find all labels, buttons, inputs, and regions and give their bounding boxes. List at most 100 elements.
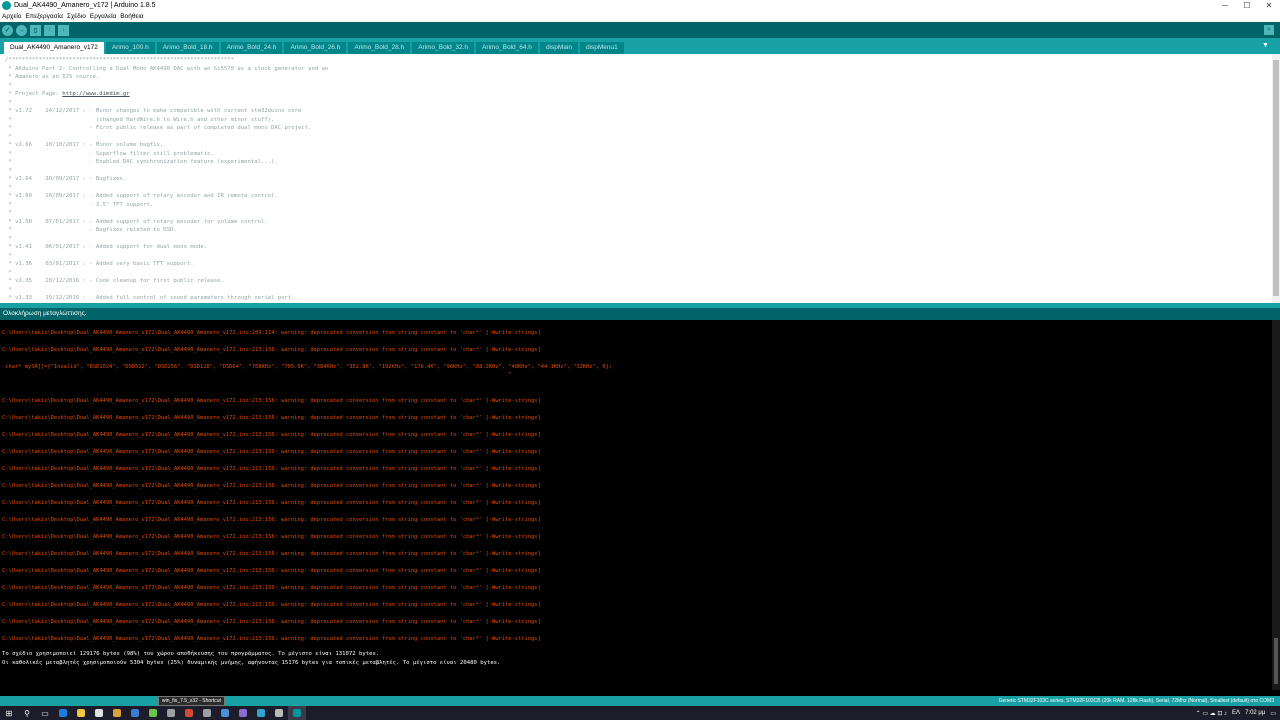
new-sketch-button[interactable]: ▯	[30, 24, 41, 36]
app-icon-9[interactable]	[270, 706, 288, 720]
app-icon-3-glyph	[167, 709, 175, 717]
code-line: * AKduino Part 2: Controlling a Dual Mon…	[5, 65, 329, 72]
app-icon-8[interactable]	[252, 706, 270, 720]
tab-bar: Dual_AK4490_Amanero_v172 Arimo_100.h Ari…	[0, 38, 1280, 54]
app-icon-7[interactable]	[234, 706, 252, 720]
tab-menu-dropdown-icon[interactable]: ▼	[1262, 42, 1270, 49]
code-line: * v1.35 20/12/2016 : - Code cleanup for …	[5, 278, 224, 284]
code-line: *	[5, 167, 12, 174]
tab-main-sketch[interactable]: Dual_AK4490_Amanero_v172	[4, 42, 104, 54]
code-line: *	[5, 133, 12, 140]
menu-sketch[interactable]: Σχέδιο	[67, 13, 86, 20]
verify-button[interactable]: ✓	[2, 24, 13, 36]
file-explorer-icon[interactable]	[72, 706, 90, 720]
code-line: * v1.60 20/09/2017 : - Added support of …	[5, 193, 278, 199]
open-sketch-button[interactable]: ↑	[44, 24, 55, 36]
task-view-icon[interactable]: ▭	[36, 706, 54, 720]
window-controls: ─ ☐ ✕	[1214, 0, 1280, 11]
console-warning-line: C:\Users\takis\Desktop\Dual_AK4490_Amane…	[2, 483, 541, 489]
clock[interactable]: 7:02 μμ	[1245, 710, 1265, 716]
upload-button[interactable]: →	[16, 24, 27, 36]
console-code-line: char* mySR[]={"Invalid", "DSD1024", "DSD…	[2, 364, 613, 370]
code-line: * v1.72 24/12/2017 : - Minor changes to …	[5, 108, 302, 114]
code-line: *	[5, 235, 12, 242]
window-title: Dual_AK4490_Amanero_v172 | Arduino 1.8.5	[14, 2, 156, 9]
code-line: *	[5, 99, 12, 106]
code-line: * Amanero as an I2S source.	[5, 74, 100, 80]
app-icon-3[interactable]	[162, 706, 180, 720]
code-line: * (changed HardWire.h to Wire.h and othe…	[5, 116, 275, 123]
chrome-icon[interactable]	[108, 706, 126, 720]
windows-taskbar: ⊞ ⚲ ▭	[0, 706, 1280, 720]
file-explorer-icon-glyph	[77, 709, 85, 717]
arduino-taskbar-icon[interactable]	[288, 706, 306, 720]
menu-help[interactable]: Βοήθεια	[120, 13, 143, 20]
code-line-project-url[interactable]: * Project Page: http://www.dimdim.gr	[5, 90, 1272, 99]
edge-browser-icon[interactable]	[54, 706, 72, 720]
app-icon-2[interactable]	[144, 706, 162, 720]
close-button[interactable]: ✕	[1258, 0, 1280, 11]
window-titlebar: Dual_AK4490_Amanero_v172 | Arduino 1.8.5…	[0, 0, 1280, 11]
minimize-button[interactable]: ─	[1214, 0, 1236, 11]
app-icon-6[interactable]	[216, 706, 234, 720]
tab-arimo-bold-26[interactable]: Arimo_Bold_26.h	[284, 42, 347, 54]
code-line: * v1.64 30/09/2017 : - Bugfixes.	[5, 176, 127, 182]
app-icon-8-glyph	[257, 709, 265, 717]
code-line: *	[5, 184, 12, 191]
serial-monitor-button[interactable]: ⌕	[1264, 25, 1274, 35]
app-icon-9-glyph	[275, 709, 283, 717]
code-line: /***************************************…	[5, 57, 235, 63]
app-icon-1[interactable]	[126, 706, 144, 720]
code-editor[interactable]: /***************************************…	[0, 54, 1272, 303]
app-icon-4[interactable]	[180, 706, 198, 720]
tab-arimo-bold-18[interactable]: Arimo_Bold_18.h	[156, 42, 219, 54]
tray-icons[interactable]: ⌃ ▭ ☁ ⊡ ♪	[1196, 710, 1227, 717]
tab-arimo-bold-64[interactable]: Arimo_Bold_64.h	[476, 42, 538, 54]
search-icon[interactable]: ⚲	[18, 706, 36, 720]
console-warning-line: C:\Users\takis\Desktop\Dual_AK4490_Amane…	[2, 415, 541, 421]
app-icon-5-glyph	[203, 709, 211, 717]
app-icon-2-glyph	[149, 709, 157, 717]
output-console[interactable]: C:\Users\takis\Desktop\Dual_AK4490_Amane…	[0, 320, 1272, 690]
arduino-app-icon	[2, 1, 11, 10]
menu-file[interactable]: Αρχείο	[2, 13, 21, 20]
code-line: * - Superflow filter still problematic.	[5, 150, 214, 157]
app-icon-5[interactable]	[198, 706, 216, 720]
tab-arimo-bold-28[interactable]: Arimo_Bold_28.h	[348, 42, 411, 54]
language-indicator[interactable]: ΕΛ	[1232, 710, 1240, 716]
console-warning-line: C:\Users\takis\Desktop\Dual_AK4490_Amane…	[2, 347, 541, 353]
console-warning-line: C:\Users\takis\Desktop\Dual_AK4490_Amane…	[2, 551, 541, 557]
windows-start-icon[interactable]: ⊞	[0, 706, 18, 720]
save-sketch-button[interactable]: ↓	[58, 24, 69, 36]
console-scrollbar-thumb[interactable]	[1274, 638, 1278, 684]
code-line: *	[5, 82, 12, 89]
system-tray: ⌃ ▭ ☁ ⊡ ♪ ΕΛ 7:02 μμ ▭	[1191, 706, 1276, 720]
menu-edit[interactable]: Επεξεργασία	[25, 13, 62, 20]
console-warning-line: C:\Users\takis\Desktop\Dual_AK4490_Amane…	[2, 568, 541, 574]
menu-tools[interactable]: Εργαλεία	[90, 13, 116, 20]
tab-dispmenu1[interactable]: dispMenu1	[579, 42, 624, 54]
console-scrollbar[interactable]	[1272, 320, 1280, 690]
code-line: * v1.41 06/01/2017 : - Added support for…	[5, 244, 208, 250]
notifications-icon[interactable]: ▭	[1270, 710, 1276, 717]
code-line: *	[5, 210, 12, 216]
taskbar-tooltip: win_fix_7.5_x32 - Shortcut	[158, 696, 225, 706]
store-icon-glyph	[95, 709, 103, 717]
app-icon-1-glyph	[131, 709, 139, 717]
tab-arimo-bold-24[interactable]: Arimo_Bold_24.h	[220, 42, 283, 54]
code-line: * - Bugfixes related to DSD.	[5, 227, 177, 233]
chrome-icon-glyph	[113, 709, 121, 717]
tab-arimo-bold-32[interactable]: Arimo_Bold_32.h	[412, 42, 475, 54]
code-line: *	[5, 286, 12, 293]
edge-browser-icon-glyph	[59, 709, 67, 717]
editor-scrollbar-thumb[interactable]	[1273, 60, 1279, 296]
maximize-button[interactable]: ☐	[1236, 0, 1258, 11]
code-line: * - First public release as part of comp…	[5, 125, 312, 131]
tab-dispmain[interactable]: dispMain	[539, 42, 578, 54]
console-memory-summary: Το σχέδιο χρησιμοποιεί 129176 bytes (98%…	[2, 651, 380, 657]
store-icon[interactable]	[90, 706, 108, 720]
editor-scrollbar[interactable]	[1272, 54, 1280, 303]
tab-arimo-100[interactable]: Arimo_100.h	[105, 42, 155, 54]
project-link[interactable]: http://www.dimdim.gr	[62, 91, 129, 97]
compile-status-message: Ολοκλήρωση μεταγλώττισης.	[0, 308, 1280, 320]
